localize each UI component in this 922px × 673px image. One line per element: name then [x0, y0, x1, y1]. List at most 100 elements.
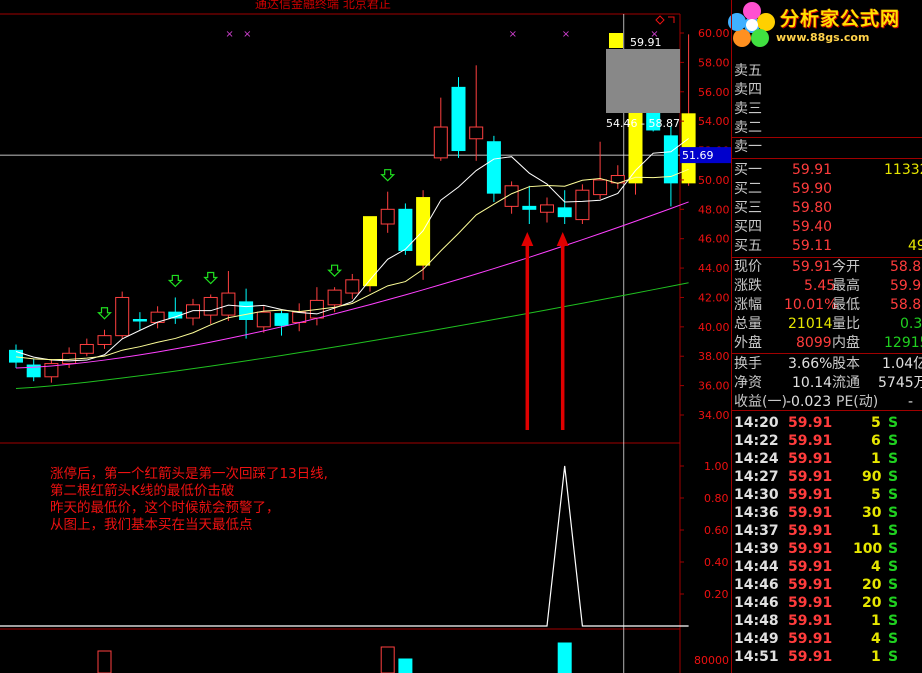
volume-bar [380, 646, 395, 673]
tick-volume: 20 [862, 595, 882, 611]
tick-row: 14:49 59.91 4 S [732, 630, 922, 648]
tick-volume: 100 [853, 541, 883, 557]
stat-label: 涨幅 [734, 297, 762, 313]
buy-row[interactable]: 买四 59.40 [732, 218, 922, 236]
stat-value: -0.023 [786, 394, 832, 410]
tick-side: S [888, 559, 899, 575]
tick-price: 59.91 [788, 505, 833, 521]
tick-time: 14:27 [734, 469, 779, 485]
high-price-label: 59.91 [630, 36, 662, 49]
sell-label: 卖三 [734, 101, 762, 117]
candle-down [239, 301, 254, 321]
tick-row: 14:48 59.91 1 S [732, 612, 922, 630]
stat-label: 收益(一) [734, 394, 787, 410]
candle-up [186, 304, 200, 319]
sell-row[interactable]: 卖五 [732, 62, 922, 80]
tick-row: 14:51 59.91 1 S [732, 648, 922, 666]
stat-label: 股本 [832, 356, 860, 372]
tick-volume: 1 [871, 451, 881, 467]
candle-up [575, 189, 590, 221]
candle-down [522, 205, 537, 210]
tick-row: 14:22 59.91 6 S [732, 432, 922, 450]
tick-time: 14:49 [734, 631, 779, 647]
tick-price: 59.91 [788, 541, 833, 557]
sell-label: 卖四 [734, 82, 762, 98]
stat-row: 涨跌 5.45最高 59.91 [732, 277, 922, 295]
tick-side: S [888, 451, 899, 467]
candle-up [469, 126, 484, 140]
tick-time: 14:36 [734, 505, 779, 521]
current-price-label: 51.69 [682, 149, 714, 162]
price-axis-label: 34.00 [698, 409, 730, 422]
stat-value: 58.8 [890, 297, 922, 313]
stat-row: 现价 59.91今开 58.88 [732, 258, 922, 276]
tick-side: S [888, 631, 899, 647]
stat-value: 10.01% [784, 297, 838, 313]
divider [732, 257, 922, 258]
buy-row[interactable]: 买三 59.80 [732, 199, 922, 217]
indicator-axis-label: 0.80 [704, 492, 729, 505]
tick-volume: 5 [871, 487, 881, 503]
price-axis-label: 48.00 [698, 203, 730, 216]
tick-side: S [888, 469, 899, 485]
signal-arrow-icon [203, 271, 219, 285]
tick-row: 14:39 59.91 100 S [732, 540, 922, 558]
marker-icon: × [243, 29, 251, 40]
tick-row: 14:46 59.91 20 S [732, 576, 922, 594]
annotation-text: 涨停后，第一个红箭头是第一次回踩了13日线, 第二根红箭头K线的最低价击破 昨天… [50, 466, 410, 534]
stat-value: 3.66% [788, 356, 833, 372]
tick-price: 59.91 [788, 523, 833, 539]
stat-label: 内盘 [832, 335, 860, 351]
candle-up [97, 335, 112, 345]
sell-row[interactable]: 卖三 [732, 100, 922, 118]
volume-bar [97, 650, 112, 673]
volume-axis-label: 80000 [694, 654, 729, 667]
tick-time: 14:24 [734, 451, 779, 467]
tick-side: S [888, 415, 899, 431]
buy-label: 买一 [734, 162, 762, 178]
tick-side: S [888, 649, 899, 665]
tick-side: S [888, 595, 899, 611]
buy-row[interactable]: 买五 59.11 49 [732, 237, 922, 255]
price-axis-label: 38.00 [698, 350, 730, 363]
stat-value: - [908, 394, 914, 410]
tick-price: 59.91 [788, 487, 833, 503]
tick-volume: 90 [862, 469, 882, 485]
stat-row: 涨幅 10.01% 最低 58.8 [732, 296, 922, 314]
tick-row: 14:37 59.91 1 S [732, 522, 922, 540]
price-axis-label: 54.00 [698, 115, 730, 128]
tick-row: 14:27 59.91 90 S [732, 468, 922, 486]
price-axis-label: 40.00 [698, 321, 730, 334]
stat-label: PE(动) [836, 394, 879, 410]
tick-time: 14:20 [734, 415, 779, 431]
stat-label: 净资 [734, 375, 762, 391]
buy-row[interactable]: 买二 59.90 [732, 180, 922, 198]
tick-price: 59.91 [788, 577, 833, 593]
candle-up [292, 311, 307, 323]
stat-label: 现价 [734, 259, 762, 275]
marker-icon: × [225, 29, 233, 40]
volume-bar [557, 642, 572, 673]
price-axis-label: 56.00 [698, 86, 730, 99]
buy-volume: 11332 [884, 162, 922, 178]
candle-up [79, 343, 94, 354]
candle-up [115, 296, 130, 337]
divider [732, 137, 922, 138]
candle-down [9, 349, 23, 363]
stat-label: 换手 [734, 356, 762, 372]
candle-up [380, 208, 395, 225]
tick-row: 14:44 59.91 4 S [732, 558, 922, 576]
sell-row[interactable]: 卖四 [732, 81, 922, 99]
limit-up-bar [609, 33, 623, 48]
stat-label: 流通 [832, 375, 860, 391]
tick-row: 14:46 59.91 20 S [732, 594, 922, 612]
buy-row[interactable]: 买一 59.91 11332 [732, 161, 922, 179]
tick-time: 14:37 [734, 523, 779, 539]
candle-up [62, 352, 77, 365]
tick-volume: 6 [871, 433, 881, 449]
tick-volume: 1 [871, 613, 881, 629]
sell-row[interactable]: 卖二 [732, 119, 922, 137]
sell-row[interactable]: 卖一 [732, 138, 922, 156]
volume-bar [398, 658, 413, 673]
signal-arrow-icon [380, 169, 396, 182]
